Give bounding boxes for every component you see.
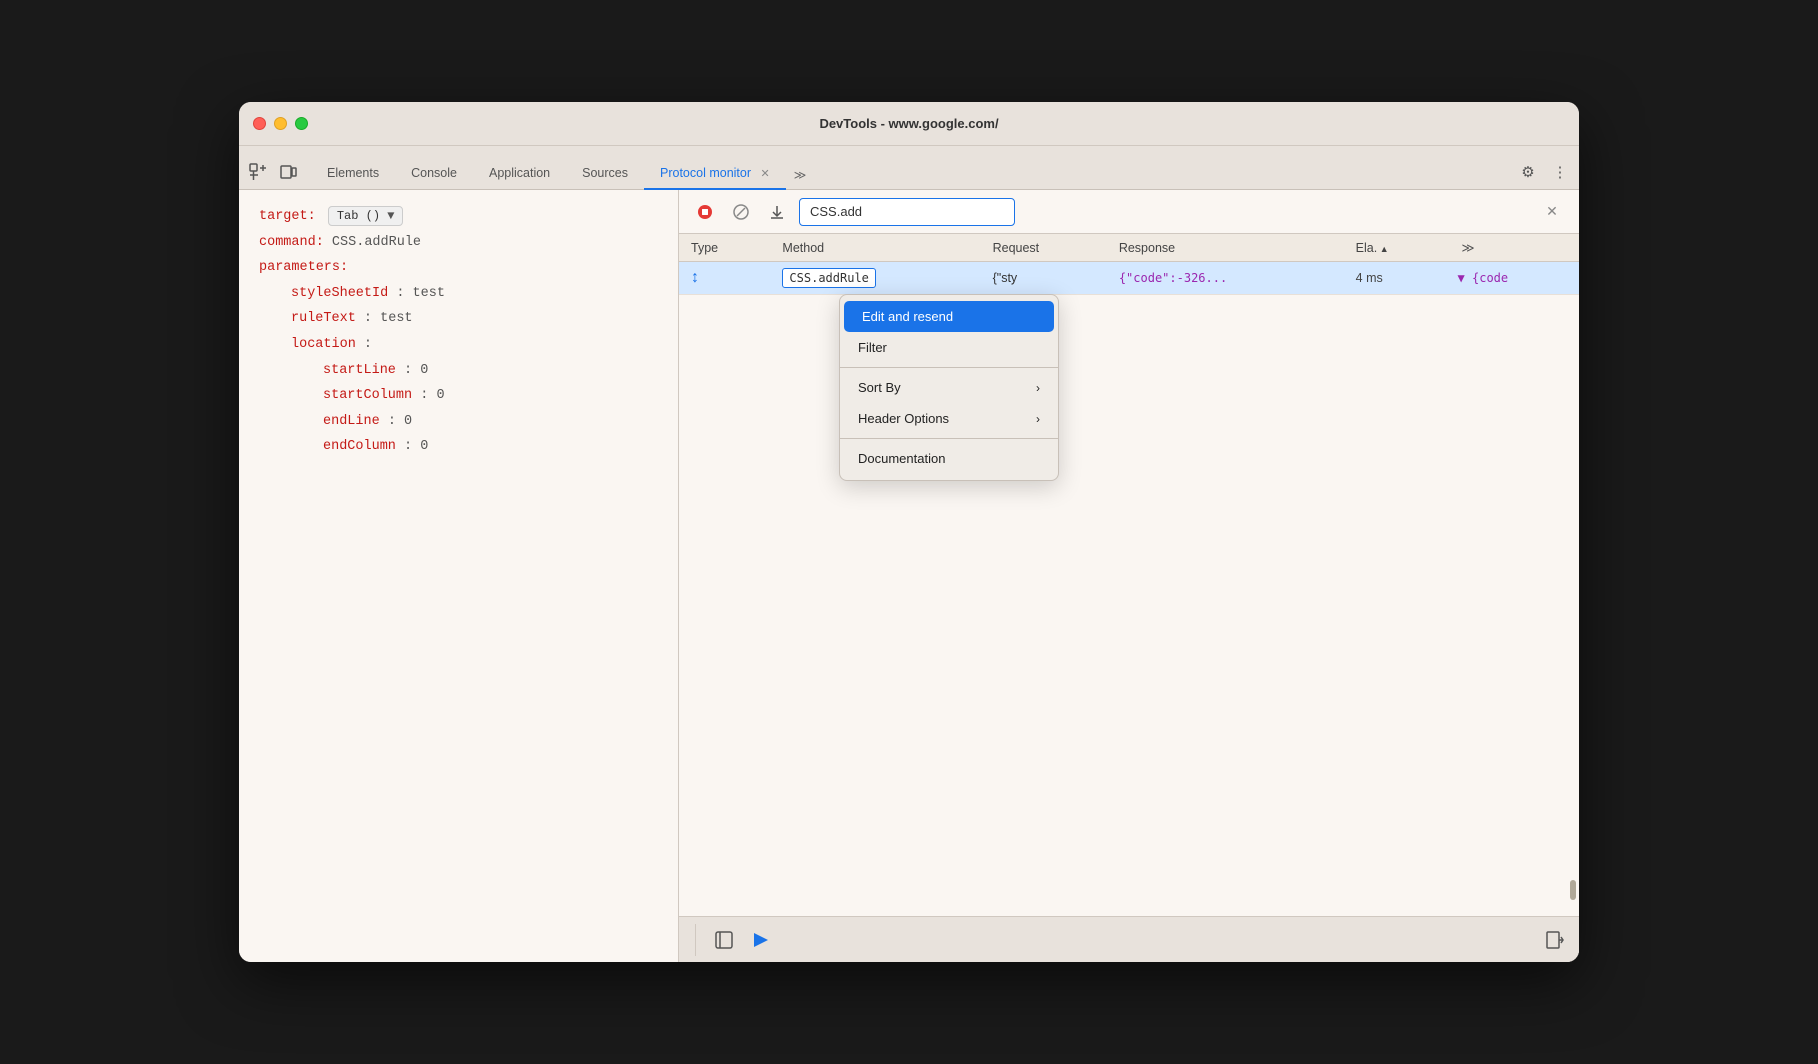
row-request: {"sty <box>981 262 1107 295</box>
tab-sources[interactable]: Sources <box>566 158 644 190</box>
left-panel: target: Tab () ▼ command: CSS.addRule pa… <box>239 190 679 962</box>
tabbar-right: ⚙ ⋮ <box>1517 161 1571 183</box>
col-more[interactable]: ≫ <box>1446 234 1579 262</box>
more-menu-icon[interactable]: ⋮ <box>1549 161 1571 183</box>
tab-icon-group <box>247 161 299 183</box>
param-location: location : <box>259 334 658 356</box>
ctx-documentation[interactable]: Documentation <box>840 443 1058 474</box>
parameters-line: parameters: <box>259 257 658 279</box>
target-line: target: Tab () ▼ <box>259 206 658 228</box>
method-value: CSS.addRule <box>782 268 875 288</box>
param-endcolumn: endColumn : 0 <box>259 436 658 458</box>
param-startline: startLine : 0 <box>259 360 658 382</box>
minimize-button[interactable] <box>274 117 287 130</box>
ctx-filter[interactable]: Filter <box>840 332 1058 363</box>
bottom-right <box>1543 928 1567 952</box>
command-key: command: <box>259 235 324 250</box>
protocol-toolbar: ✕ <box>679 190 1579 234</box>
type-icon: ↕ <box>691 269 758 287</box>
tab-application[interactable]: Application <box>473 158 566 190</box>
sidebar-toggle-icon[interactable] <box>712 928 736 952</box>
protocol-table: Type Method Request Response Ela. ≫ ↕ <box>679 234 1579 295</box>
table-header-row: Type Method Request Response Ela. ≫ <box>679 234 1579 262</box>
jump-to-icon[interactable] <box>1543 928 1567 952</box>
tab-elements[interactable]: Elements <box>311 158 395 190</box>
bottom-bar <box>679 916 1579 962</box>
divider-left <box>695 924 696 956</box>
row-response: {"code":-326... <box>1107 262 1344 295</box>
scrollbar-thumb <box>1570 880 1576 900</box>
tab-close-icon[interactable]: ✕ <box>761 168 770 180</box>
traffic-lights <box>253 117 308 130</box>
ctx-separator-1 <box>840 367 1058 368</box>
main-content: target: Tab () ▼ command: CSS.addRule pa… <box>239 190 1579 962</box>
ctx-header-options[interactable]: Header Options › <box>840 403 1058 434</box>
settings-icon[interactable]: ⚙ <box>1517 161 1539 183</box>
window-title: DevTools - www.google.com/ <box>819 116 998 131</box>
param-endline: endLine : 0 <box>259 411 658 433</box>
table-container: Type Method Request Response Ela. ≫ ↕ <box>679 234 1579 916</box>
close-button[interactable] <box>253 117 266 130</box>
command-value: CSS.addRule <box>332 235 421 250</box>
col-request: Request <box>981 234 1107 262</box>
col-type: Type <box>679 234 770 262</box>
location-key: location <box>291 337 356 352</box>
table-row[interactable]: ↕ CSS.addRule {"sty {"code":-326... 4 ms… <box>679 262 1579 295</box>
ctx-edit-resend[interactable]: Edit and resend <box>844 301 1054 332</box>
row-method: CSS.addRule <box>770 262 980 295</box>
inspect-icon[interactable] <box>247 161 269 183</box>
send-button[interactable] <box>748 928 772 952</box>
tab-protocol-monitor[interactable]: Protocol monitor ✕ <box>644 158 786 190</box>
maximize-button[interactable] <box>295 117 308 130</box>
row-expand: ▼ {code <box>1446 262 1579 295</box>
ctx-sort-by[interactable]: Sort By › <box>840 372 1058 403</box>
param-startcolumn: startColumn : 0 <box>259 385 658 407</box>
more-tabs-icon[interactable]: ≫ <box>786 160 815 190</box>
titlebar: DevTools - www.google.com/ <box>239 102 1579 146</box>
target-value[interactable]: Tab () ▼ <box>328 206 404 226</box>
right-panel: ✕ Type Method Request Response Ela. ≫ <box>679 190 1579 962</box>
parameters-key: parameters: <box>259 260 348 275</box>
scrollbar[interactable] <box>1569 234 1577 900</box>
row-type: ↕ <box>679 262 770 295</box>
search-clear-icon[interactable]: ✕ <box>1543 203 1561 221</box>
tabbar: Elements Console Application Sources Pro… <box>239 146 1579 190</box>
param-ruletext: ruleText : test <box>259 308 658 330</box>
param-stylesheetid: styleSheetId : test <box>259 283 658 305</box>
record-button[interactable] <box>691 198 719 226</box>
target-dropdown-arrow[interactable]: ▼ <box>387 209 394 223</box>
clear-button[interactable] <box>727 198 755 226</box>
target-key: target: <box>259 209 316 224</box>
row-elapsed: 4 ms <box>1344 262 1446 295</box>
search-input[interactable] <box>799 198 1015 226</box>
download-button[interactable] <box>763 198 791 226</box>
header-options-arrow-icon: › <box>1036 412 1040 426</box>
ctx-separator-2 <box>840 438 1058 439</box>
col-elapsed: Ela. <box>1344 234 1446 262</box>
col-response: Response <box>1107 234 1344 262</box>
device-icon[interactable] <box>277 161 299 183</box>
sort-by-arrow-icon: › <box>1036 381 1040 395</box>
search-wrapper: ✕ <box>799 198 1567 226</box>
tab-console[interactable]: Console <box>395 158 473 190</box>
command-line: command: CSS.addRule <box>259 232 658 254</box>
context-menu: Edit and resend Filter Sort By › Header … <box>839 294 1059 481</box>
col-method: Method <box>770 234 980 262</box>
